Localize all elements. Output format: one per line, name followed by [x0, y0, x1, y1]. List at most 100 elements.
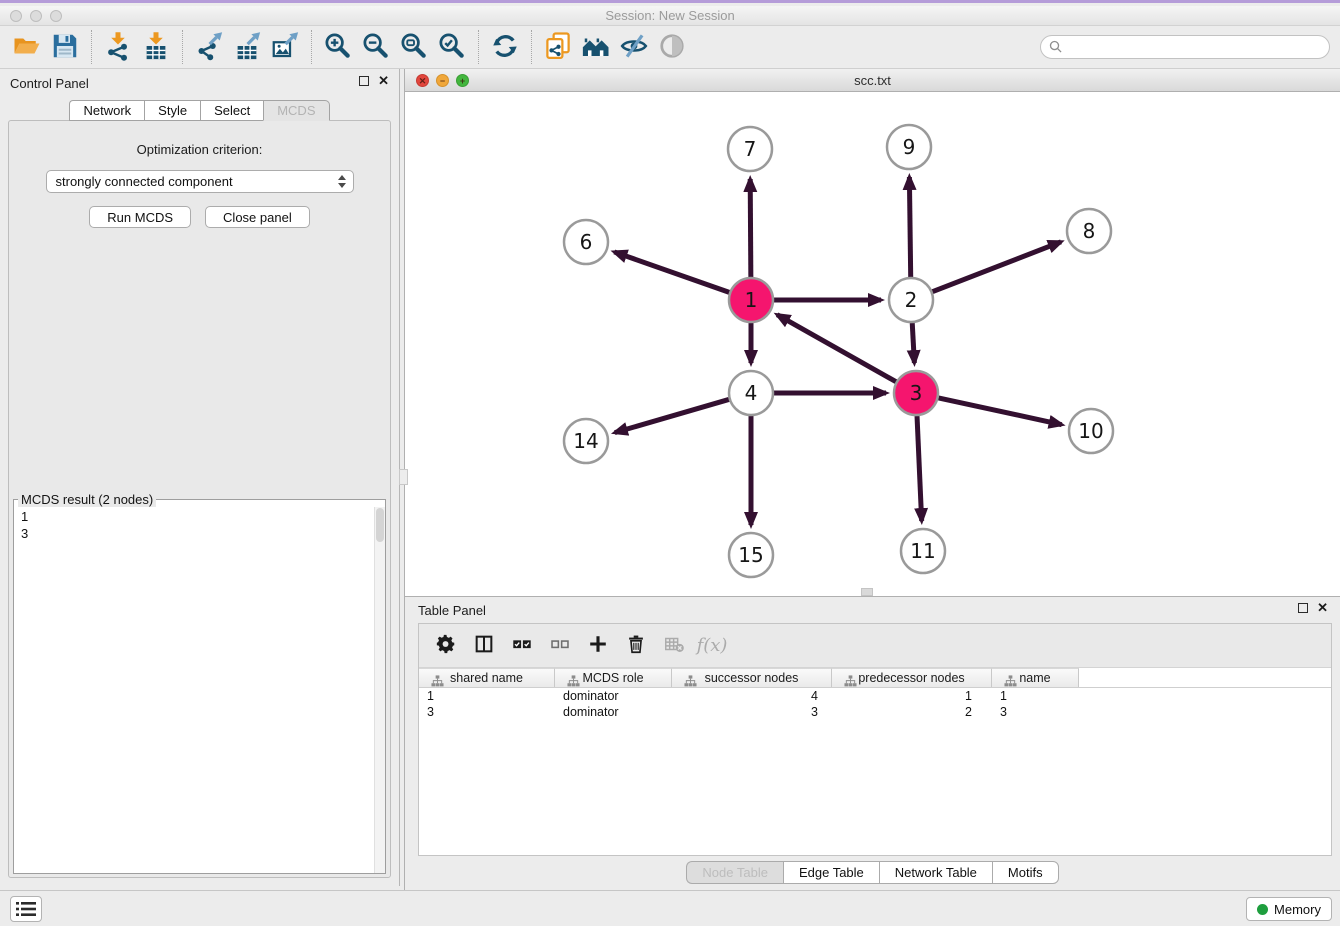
edge-1-7[interactable]: [750, 179, 751, 277]
table-row[interactable]: 3dominator323: [419, 704, 1331, 720]
column-header-successor-nodes[interactable]: successor nodes: [672, 668, 832, 687]
table-cell[interactable]: 3: [672, 704, 832, 720]
table-cell[interactable]: dominator: [555, 704, 672, 720]
node-14[interactable]: 14: [564, 419, 608, 463]
gear-button[interactable]: [429, 629, 463, 663]
columns-button[interactable]: [467, 629, 501, 663]
table-cell[interactable]: 1: [992, 688, 1079, 704]
tab-network-table[interactable]: Network Table: [879, 861, 992, 884]
column-header-predecessor-nodes[interactable]: predecessor nodes: [832, 668, 992, 687]
column-header-MCDS-role[interactable]: MCDS role: [555, 668, 672, 687]
tab-select[interactable]: Select: [200, 100, 263, 121]
add-column-button[interactable]: [581, 629, 615, 663]
close-panel-icon[interactable]: ✕: [378, 76, 389, 86]
zoom-out-button[interactable]: [357, 29, 395, 65]
tab-node-table[interactable]: Node Table: [686, 861, 783, 884]
toolbar-separator: [91, 30, 92, 64]
table-cell[interactable]: 4: [672, 688, 832, 704]
close-panel-button[interactable]: Close panel: [205, 206, 310, 228]
import-table-icon: [141, 31, 171, 64]
node-11[interactable]: 11: [901, 529, 945, 573]
optimization-dropdown[interactable]: strongly connected component: [46, 170, 354, 193]
node-3[interactable]: 3: [894, 371, 938, 415]
edge-1-6[interactable]: [614, 252, 729, 292]
tab-edge-table[interactable]: Edge Table: [783, 861, 879, 884]
refresh-button[interactable]: [486, 29, 524, 65]
mcds-result-list[interactable]: 13: [14, 507, 385, 543]
column-header-name[interactable]: name: [992, 668, 1079, 687]
deselect-all-button[interactable]: [543, 629, 577, 663]
memory-button[interactable]: Memory: [1246, 897, 1332, 921]
column-header-label: predecessor nodes: [858, 671, 964, 685]
export-network-button[interactable]: [190, 29, 228, 65]
columns-icon: [473, 633, 495, 658]
tab-network[interactable]: Network: [69, 100, 144, 121]
fx-icon: f(x): [697, 635, 728, 656]
table-cell[interactable]: 3: [992, 704, 1079, 720]
edge-2-3[interactable]: [912, 323, 914, 363]
zoom-fit-button[interactable]: [395, 29, 433, 65]
clone-network-icon: [543, 31, 573, 64]
node-6[interactable]: 6: [564, 220, 608, 264]
close-table-panel-icon[interactable]: ✕: [1317, 603, 1328, 613]
delete-column-button[interactable]: [619, 629, 653, 663]
table-panel-title: Table Panel: [418, 603, 486, 618]
tab-style[interactable]: Style: [144, 100, 200, 121]
export-image-button[interactable]: [266, 29, 304, 65]
toolbar-groups: [8, 29, 691, 65]
svg-text:14: 14: [573, 429, 598, 453]
node-7[interactable]: 7: [728, 127, 772, 171]
select-all-button[interactable]: [505, 629, 539, 663]
node-10[interactable]: 10: [1069, 409, 1113, 453]
column-header-shared-name[interactable]: shared name: [419, 668, 555, 687]
hide-eye-button[interactable]: [615, 29, 653, 65]
task-console-button[interactable]: [10, 896, 42, 922]
table-cell[interactable]: 3: [419, 704, 555, 720]
float-table-panel-icon[interactable]: [1298, 603, 1308, 613]
toolbar-separator: [531, 30, 532, 64]
eye-disabled-button: [653, 29, 691, 65]
import-network-button[interactable]: [99, 29, 137, 65]
edge-3-1[interactable]: [777, 315, 896, 382]
tab-mcds[interactable]: MCDS: [263, 100, 329, 121]
search-input[interactable]: [1063, 40, 1321, 55]
edge-3-10[interactable]: [938, 398, 1061, 425]
node-1[interactable]: 1: [729, 278, 773, 322]
tab-motifs[interactable]: Motifs: [992, 861, 1059, 884]
save-icon: [50, 31, 80, 64]
svg-text:3: 3: [910, 381, 923, 405]
toolbar-separator: [182, 30, 183, 64]
node-4[interactable]: 4: [729, 371, 773, 415]
edge-4-14[interactable]: [615, 399, 729, 432]
export-table-button[interactable]: [228, 29, 266, 65]
mcds-result-group: MCDS result (2 nodes) 13: [13, 492, 386, 874]
table-cell[interactable]: 1: [832, 688, 992, 704]
float-panel-icon[interactable]: [359, 76, 369, 86]
node-8[interactable]: 8: [1067, 209, 1111, 253]
delete-column-icon: [625, 633, 647, 658]
network-canvas[interactable]: 7 9 6 8 1 2 4 3 14 10 15 11: [405, 92, 1340, 595]
zoom-selected-button[interactable]: [433, 29, 471, 65]
result-scrollbar[interactable]: [374, 507, 385, 873]
edge-2-9[interactable]: [909, 177, 910, 277]
open-folder-button[interactable]: [8, 29, 46, 65]
run-mcds-button[interactable]: Run MCDS: [89, 206, 191, 228]
table-cell[interactable]: 2: [832, 704, 992, 720]
clone-network-button[interactable]: [539, 29, 577, 65]
zoom-in-button[interactable]: [319, 29, 357, 65]
edge-3-11[interactable]: [917, 416, 922, 521]
node-9[interactable]: 9: [887, 125, 931, 169]
vertical-splitter-grip[interactable]: [399, 469, 408, 485]
table-cell[interactable]: 1: [419, 688, 555, 704]
table-cell[interactable]: dominator: [555, 688, 672, 704]
table-row[interactable]: 1dominator411: [419, 688, 1331, 704]
search-box[interactable]: [1040, 35, 1330, 59]
import-table-button[interactable]: [137, 29, 175, 65]
horizontal-splitter-grip[interactable]: [861, 588, 873, 596]
node-15[interactable]: 15: [729, 533, 773, 577]
save-button[interactable]: [46, 29, 84, 65]
node-2[interactable]: 2: [889, 278, 933, 322]
zoom-fit-icon: [399, 31, 429, 64]
edge-2-8[interactable]: [932, 242, 1061, 292]
houses-button[interactable]: [577, 29, 615, 65]
